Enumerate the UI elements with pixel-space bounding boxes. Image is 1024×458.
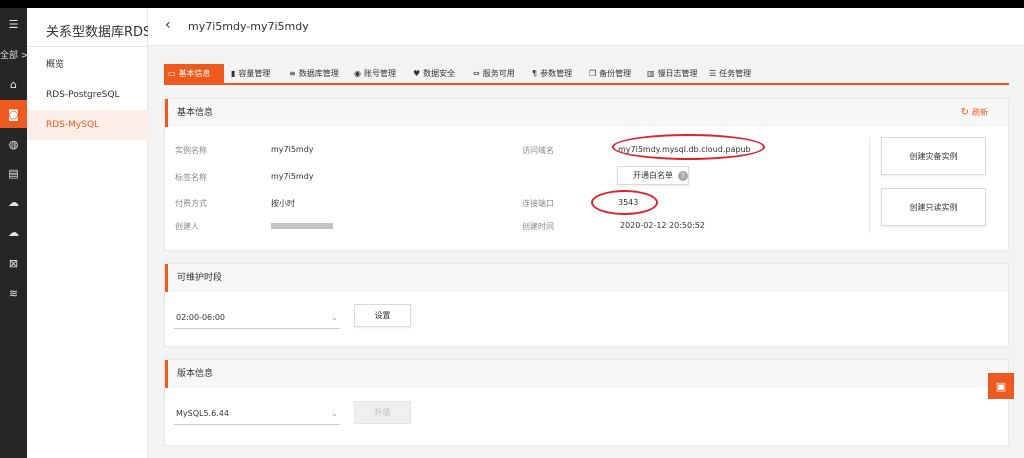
chevron-down-icon: ⌄: [331, 313, 338, 322]
basic-info-card: 基本信息 ↻ 刷新 实例名称 my7i5mdy 标签名称 my7i5mdy 付费方…: [164, 98, 1009, 251]
billing-label: 付费方式: [175, 199, 207, 208]
card-title: 可维护时段: [177, 273, 223, 283]
id-card-icon: ▭: [168, 69, 176, 78]
creator-label: 创建人: [175, 222, 199, 231]
tab-basic-info[interactable]: ▭ 基本信息: [164, 64, 224, 83]
cloud-upload-icon[interactable]: ☁: [0, 188, 27, 216]
database-icon: ≡: [289, 69, 296, 78]
version-header: 版本信息: [165, 360, 1008, 388]
sidebar: 关系型数据库RDS 概览 RDS-PostgreSQL RDS-MySQL: [27, 8, 152, 458]
create-readonly-button[interactable]: 创建只读实例: [881, 188, 986, 226]
domain-label: 访问域名: [522, 146, 554, 155]
tab-database[interactable]: ≡ 数据库管理: [285, 64, 343, 83]
create-standby-button[interactable]: 创建灾备实例: [881, 137, 986, 175]
tab-label: 基本信息: [178, 69, 211, 78]
created-time-value: 2020-02-12 20:50:52: [620, 221, 705, 230]
tab-label: 慢日志管理: [657, 69, 698, 78]
sidebar-title: 关系型数据库RDS: [46, 25, 152, 40]
card-title: 版本信息: [177, 369, 214, 379]
card-title: 基本信息: [177, 108, 214, 118]
copy-icon: ❐: [589, 69, 597, 78]
tab-label: 任务管理: [719, 69, 752, 78]
disk-icon: ▮: [231, 69, 236, 78]
divider: [869, 137, 870, 233]
help-icon[interactable]: ?: [678, 171, 688, 181]
maintenance-window-value: 02:00-06:00: [176, 313, 225, 322]
page-header: ‹ my7i5mdy-my7i5mdy: [148, 8, 1024, 46]
redacted-creator: [271, 223, 333, 229]
tab-availability[interactable]: ⇔ 服务可用: [469, 64, 519, 83]
tab-capacity[interactable]: ▮ 容量管理: [227, 64, 274, 83]
paragraph-icon: ¶: [532, 69, 538, 78]
annotation-port-ellipse: [591, 190, 658, 215]
stack-icon[interactable]: ≋: [0, 279, 27, 307]
menu-icon[interactable]: ☰: [0, 10, 27, 38]
instance-name-label: 实例名称: [175, 146, 207, 155]
tag-name-label: 标签名称: [175, 173, 207, 182]
chat-support-button[interactable]: ▣: [988, 373, 1014, 399]
tab-bar: ▭ 基本信息 ▮ 容量管理 ≡ 数据库管理 ◉ 账号管理 ♥ 数据安全 ⇔ 服务可用 ¶ 参数…: [164, 64, 1009, 85]
instance-name-value: my7i5mdy: [271, 145, 314, 154]
log-icon: ▥: [647, 69, 655, 78]
shield-heart-icon: ♥: [413, 69, 421, 78]
refresh-label: 刷新: [972, 108, 988, 117]
maintenance-card: 可维护时段 02:00-06:00 ⌄ 设置: [164, 263, 1009, 347]
set-maintenance-button[interactable]: 设置: [354, 304, 411, 327]
tab-accounts[interactable]: ◉ 账号管理: [350, 64, 400, 83]
upgrade-button[interactable]: 升级: [354, 401, 411, 424]
chevron-down-icon: ⌄: [331, 409, 338, 418]
all-products-label[interactable]: 全部 >: [0, 48, 27, 61]
sidebar-divider: [27, 46, 148, 47]
list-icon: ☰: [709, 69, 717, 78]
tab-tasks[interactable]: ☰ 任务管理: [705, 64, 755, 83]
created-time-label: 创建时间: [522, 222, 554, 231]
maintenance-window-select[interactable]: 02:00-06:00 ⌄: [174, 307, 340, 329]
switch-icon: ⇔: [473, 69, 480, 78]
tab-parameters[interactable]: ¶ 参数管理: [528, 64, 576, 83]
tab-backup[interactable]: ❐ 备份管理: [585, 64, 635, 83]
annotation-domain-ellipse: [612, 134, 765, 160]
page-title: my7i5mdy-my7i5mdy: [188, 20, 309, 33]
refresh-button[interactable]: ↻ 刷新: [961, 99, 988, 127]
close-box-icon[interactable]: ⊠: [0, 249, 27, 277]
billing-value: 按小时: [271, 199, 295, 208]
tab-label: 参数管理: [540, 69, 573, 78]
tab-label: 服务可用: [482, 69, 515, 78]
tab-label: 账号管理: [363, 69, 396, 78]
home-icon[interactable]: ⌂: [0, 70, 27, 98]
tab-slow-log[interactable]: ▥ 慢日志管理: [643, 64, 702, 83]
version-select[interactable]: MySQL5.6.44 ⌄: [174, 403, 340, 425]
back-icon[interactable]: ‹: [165, 17, 171, 33]
cloud-icon[interactable]: ☁: [0, 218, 27, 246]
sidebar-item-postgresql[interactable]: RDS-PostgreSQL: [27, 80, 148, 110]
maintenance-header: 可维护时段: [165, 264, 1008, 292]
sidebar-item-overview[interactable]: 概览: [27, 50, 148, 80]
database-icon[interactable]: ◙: [0, 100, 27, 128]
tab-label: 数据库管理: [298, 69, 339, 78]
tab-label: 备份管理: [599, 69, 632, 78]
globe-icon[interactable]: ◍: [0, 130, 27, 158]
port-label: 连接端口: [522, 199, 554, 208]
version-value: MySQL5.6.44: [176, 409, 229, 418]
global-nav-rail: ☰ 全部 > ⌂ ◙ ◍ ▤ ☁ ☁ ⊠ ≋: [0, 8, 27, 458]
user-icon: ◉: [354, 69, 361, 78]
sidebar-item-mysql[interactable]: RDS-MySQL: [27, 110, 148, 140]
refresh-icon: ↻: [960, 107, 969, 118]
tab-security[interactable]: ♥ 数据安全: [409, 64, 459, 83]
top-bar: [0, 0, 1024, 8]
basic-info-header: 基本信息 ↻ 刷新: [165, 99, 1008, 127]
tab-label: 数据安全: [423, 69, 456, 78]
tab-label: 容量管理: [238, 69, 271, 78]
chat-icon: ▣: [995, 379, 1007, 393]
storage-icon[interactable]: ▤: [0, 159, 27, 187]
tag-name-value: my7i5mdy: [271, 172, 314, 181]
version-card: 版本信息 MySQL5.6.44 ⌄ 升级: [164, 359, 1009, 446]
